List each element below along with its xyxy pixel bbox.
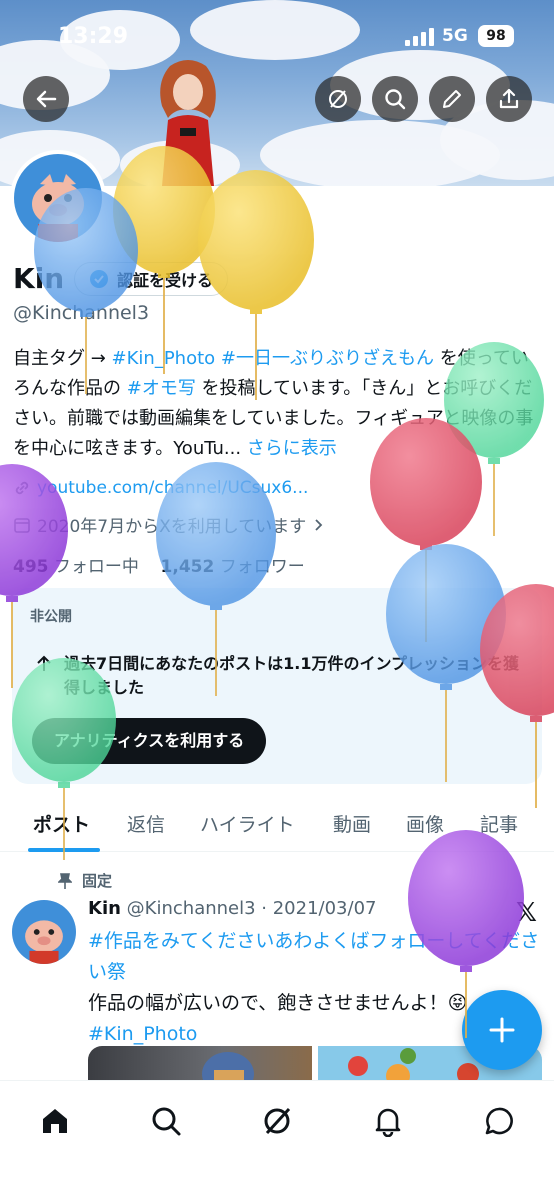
followers-label: フォロワー [219, 557, 305, 577]
avatar-character-image [32, 174, 84, 242]
home-icon [43, 1109, 67, 1133]
use-analytics-button[interactable]: アナリティクスを利用する [32, 718, 267, 764]
search-icon [385, 89, 406, 110]
post-header: Kin @Kinchannel3 · 2021/03/07 [88, 898, 376, 919]
grok-icon [264, 1107, 291, 1135]
arrow-up-icon [37, 655, 51, 671]
nav-grok[interactable] [259, 1103, 295, 1139]
share-button[interactable] [486, 76, 532, 122]
x-logo-icon: 𝕏 [516, 898, 537, 928]
back-button[interactable] [23, 76, 69, 122]
post-avatar[interactable] [12, 900, 76, 964]
bio-text: 自主タグ → [13, 348, 112, 369]
nav-home[interactable] [37, 1103, 73, 1139]
calendar-icon [14, 517, 30, 533]
bio-hashtag-buriburi[interactable]: #一日一ぶりぶりざえもん [221, 348, 434, 369]
back-arrow-icon [36, 90, 57, 108]
private-label: 非公開 [30, 609, 72, 625]
profile-website[interactable]: youtube.com/channel/UCsux6... [13, 478, 308, 498]
following-link[interactable]: 495 フォロー中 [13, 557, 139, 577]
profile-handle: @Kinchannel3 [13, 302, 150, 324]
figure-image [160, 60, 216, 186]
status-bar: 13:29 5G 98 [0, 0, 554, 72]
post-handle-date: @Kinchannel3 · 2021/03/07 [126, 898, 377, 919]
profile-avatar[interactable] [10, 150, 106, 246]
pin-icon [58, 872, 72, 889]
show-more-link[interactable]: さらに表示 [241, 438, 337, 459]
battery-level: 98 [478, 25, 514, 47]
verified-badge-icon [90, 270, 108, 288]
network-type: 5G [442, 26, 468, 46]
search-icon [152, 1107, 181, 1136]
tab-media[interactable]: 画像 [406, 810, 444, 837]
follow-stats: 495 フォロー中 1,452 フォロワー [13, 552, 305, 577]
compose-post-button[interactable] [462, 990, 542, 1070]
link-icon [15, 481, 29, 495]
messages-icon [485, 1107, 513, 1135]
bio-hashtag-omosha[interactable]: #オモ写 [127, 378, 196, 399]
post-author[interactable]: Kin [88, 898, 121, 919]
avatar-character-image [25, 920, 63, 964]
profile-tabs: ポスト 返信 ハイライト 動画 画像 記事 [0, 796, 554, 852]
signal-icon [405, 28, 434, 46]
post-hashtag-kin-photo[interactable]: #Kin_Photo [88, 1023, 197, 1045]
notifications-icon [375, 1108, 401, 1137]
post-body: 作品の幅が広いので、飽きさせませんよ！😝 [88, 992, 468, 1014]
get-verified-label: 認証を受ける [117, 271, 214, 290]
tab-articles[interactable]: 記事 [480, 810, 518, 837]
share-icon [499, 88, 519, 109]
website-link[interactable]: youtube.com/channel/UCsux6... [37, 478, 308, 498]
profile-joined[interactable]: 2020年7月からXを利用しています [13, 512, 326, 537]
tab-replies[interactable]: 返信 [127, 810, 165, 837]
pinned-indicator: 固定 [58, 870, 112, 891]
tab-videos[interactable]: 動画 [333, 810, 371, 837]
status-time: 13:29 [58, 24, 129, 49]
nav-messages[interactable] [481, 1103, 517, 1139]
edit-icon [443, 90, 461, 108]
post-hashtag-festival[interactable]: #作品をみてくださいあわよくばフォローしてください祭 [88, 930, 539, 983]
get-verified-button[interactable]: 認証を受ける [74, 262, 229, 296]
grok-button[interactable] [315, 76, 361, 122]
tab-highlights[interactable]: ハイライト [200, 810, 295, 837]
analytics-card: 非公開 過去7日間にあなたのポストは1.1万件のインプレッションを獲得しました … [12, 588, 542, 784]
bottom-nav [0, 1080, 554, 1200]
profile-name: Kin [13, 262, 65, 295]
plus-icon [489, 1017, 515, 1043]
joined-text: 2020年7月からXを利用しています [37, 517, 307, 537]
edit-button[interactable] [429, 76, 475, 122]
following-count: 495 [13, 557, 49, 577]
followers-count: 1,452 [160, 557, 215, 577]
followers-link[interactable]: 1,452 フォロワー [161, 557, 305, 577]
grok-icon [329, 90, 347, 108]
chevron-right-icon [315, 518, 323, 531]
profile-bio: 自主タグ → #Kin_Photo #一日一ぶりぶりざえもん を使っていろんな作… [13, 344, 543, 464]
following-label: フォロー中 [53, 557, 139, 577]
active-tab-indicator [28, 848, 100, 852]
tab-posts[interactable]: ポスト [33, 810, 90, 837]
pinned-label: 固定 [82, 872, 113, 890]
nav-search[interactable] [148, 1103, 184, 1139]
nav-notifications[interactable] [370, 1103, 406, 1139]
bio-hashtag-kin-photo[interactable]: #Kin_Photo [112, 348, 216, 369]
impressions-message: 過去7日間にあなたのポストは1.1万件のインプレッションを獲得しました [64, 654, 519, 697]
search-button[interactable] [372, 76, 418, 122]
